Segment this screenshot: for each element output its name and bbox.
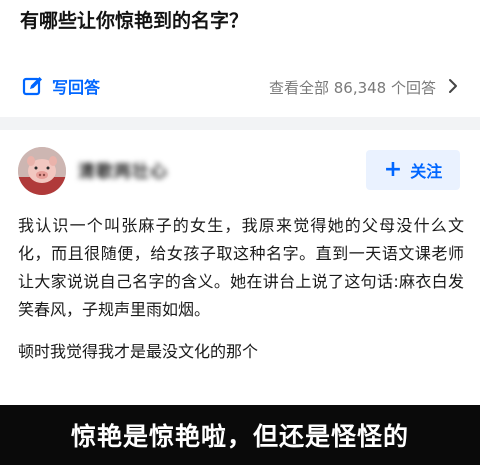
answer-paragraph: 顿时我觉得我才是最没文化的那个 [18,342,259,361]
view-all-answers-link[interactable]: 查看全部 86,348 个回答 [269,77,458,98]
plus-icon: + [383,157,403,182]
caption-text: 惊艳是惊艳啦，但还是怪怪的 [70,422,409,451]
write-answer-label: 写回答 [52,78,101,97]
follow-button[interactable]: + 关注 [366,150,460,190]
answer-card: 清歌两壮心 + 关注 我认识一个叫张麻子的女生，我原来觉得她的父母没什么文化，而… [0,130,480,405]
question-action-bar: 写回答 查看全部 86,348 个回答 [0,70,480,104]
follow-label: 关注 [410,162,443,181]
answer-paragraph: 我认识一个叫张麻子的女生，我原来觉得她的父母没什么文化，而且很随便，给女孩子取这… [18,216,464,319]
author-avatar[interactable] [18,147,66,195]
question-header: 有哪些让你惊艳到的名字？ 写回答 查看全部 86,348 个回答 [0,0,480,120]
write-answer-button[interactable]: 写回答 [22,74,100,98]
author-name[interactable]: 清歌两壮心 [78,157,168,182]
video-caption-bar: 惊艳是惊艳啦，但还是怪怪的 [0,405,480,465]
pig-avatar [18,147,66,195]
answer-content[interactable]: 我认识一个叫张麻子的女生，我原来觉得她的父母没什么文化，而且很随便，给女孩子取这… [18,212,464,366]
edit-square-icon [22,75,44,97]
view-all-answers-label: 查看全部 86,348 个回答 [268,79,436,97]
question-title[interactable]: 有哪些让你惊艳到的名字？ [20,6,248,33]
chevron-right-icon [448,78,458,98]
section-divider [0,117,480,130]
